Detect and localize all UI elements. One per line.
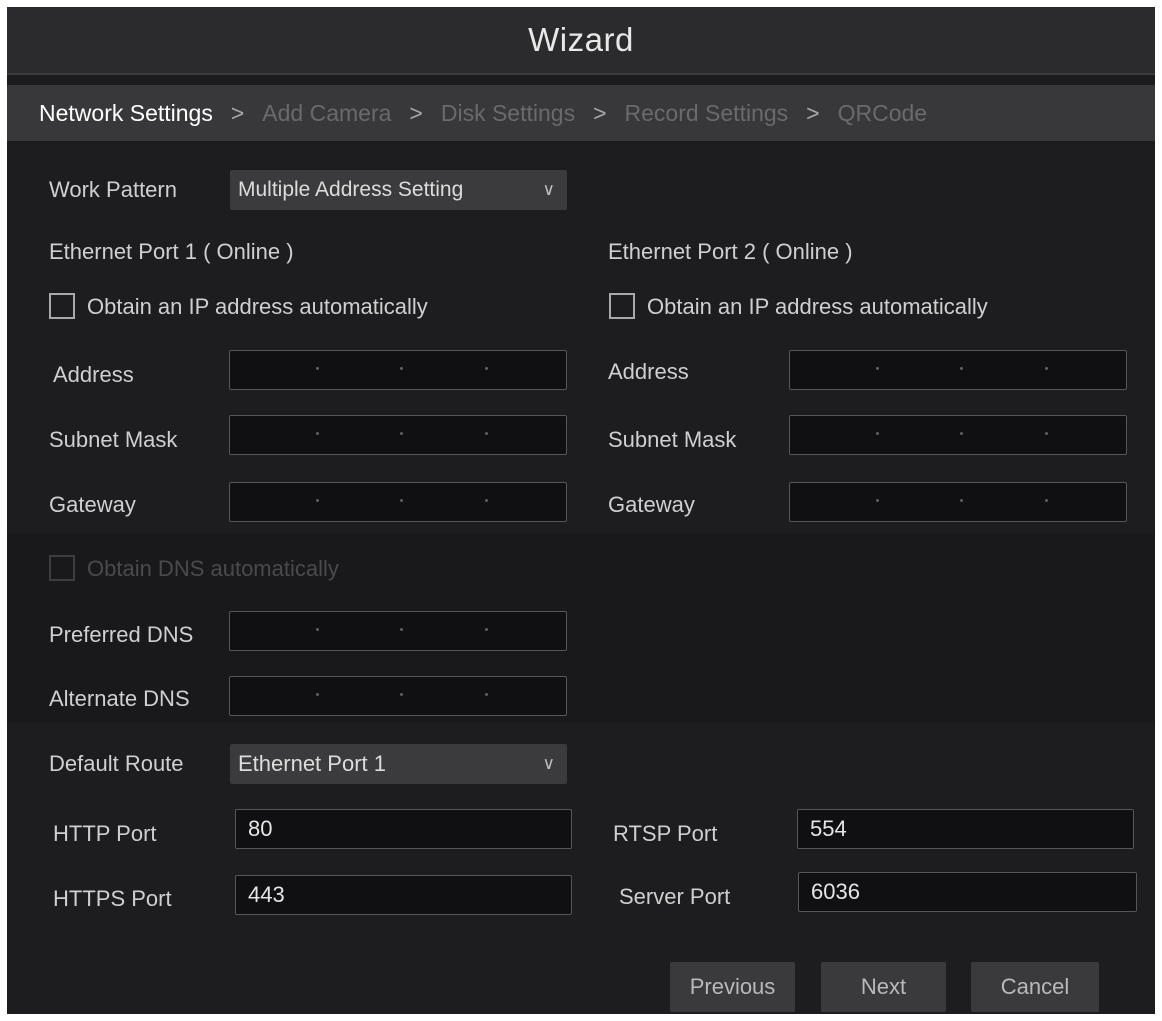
- http-port-label: HTTP Port: [53, 821, 157, 846]
- preferred-dns-label: Preferred DNS: [49, 622, 194, 647]
- step-disk-settings[interactable]: Disk Settings: [441, 100, 575, 127]
- chevron-down-icon: ∨: [542, 754, 555, 773]
- port1-address-field[interactable]: [229, 350, 567, 390]
- ethernet-port-2-heading: Ethernet Port 2 ( Online ): [608, 239, 853, 264]
- chevron-down-icon: ∨: [542, 180, 555, 199]
- rtsp-port-input[interactable]: 554: [797, 809, 1134, 849]
- step-qrcode[interactable]: QRCode: [838, 100, 927, 127]
- step-breadcrumb: Network Settings > Add Camera > Disk Set…: [7, 85, 1155, 141]
- step-separator: >: [230, 99, 245, 126]
- server-port-input[interactable]: 6036: [798, 872, 1137, 912]
- cancel-button[interactable]: Cancel: [971, 962, 1099, 1012]
- http-port-input[interactable]: 80: [235, 809, 572, 849]
- port1-address-label: Address: [53, 362, 134, 387]
- port2-subnet-field[interactable]: [789, 415, 1127, 455]
- port2-auto-ip-checkbox[interactable]: [609, 293, 635, 319]
- auto-dns-label: Obtain DNS automatically: [87, 556, 339, 581]
- title-bar: Wizard: [7, 7, 1155, 75]
- work-pattern-select[interactable]: Multiple Address Setting ∨: [230, 170, 567, 210]
- alternate-dns-label: Alternate DNS: [49, 686, 190, 711]
- network-settings-panel: Work Pattern Multiple Address Setting ∨ …: [7, 143, 1155, 1014]
- port1-auto-ip-label: Obtain an IP address automatically: [87, 294, 428, 319]
- ethernet-port-1-heading: Ethernet Port 1 ( Online ): [49, 239, 294, 264]
- port1-subnet-field[interactable]: [229, 415, 567, 455]
- step-separator: >: [806, 99, 820, 126]
- https-port-label: HTTPS Port: [53, 886, 172, 911]
- default-route-select[interactable]: Ethernet Port 1 ∨: [230, 744, 567, 784]
- window-title: Wizard: [528, 21, 634, 58]
- port1-subnet-label: Subnet Mask: [49, 427, 178, 452]
- rtsp-port-label: RTSP Port: [613, 821, 718, 846]
- server-port-label: Server Port: [619, 884, 731, 909]
- port1-gateway-field[interactable]: [229, 482, 567, 522]
- port2-auto-ip-label: Obtain an IP address automatically: [647, 294, 988, 319]
- https-port-input[interactable]: 443: [235, 875, 572, 915]
- default-route-value: Ethernet Port 1: [238, 751, 386, 776]
- step-record-settings[interactable]: Record Settings: [625, 100, 789, 127]
- previous-button[interactable]: Previous: [670, 962, 795, 1012]
- work-pattern-label: Work Pattern: [49, 177, 177, 202]
- alternate-dns-field[interactable]: [229, 676, 567, 716]
- port1-auto-ip-checkbox[interactable]: [49, 293, 75, 319]
- step-add-camera[interactable]: Add Camera: [262, 100, 391, 127]
- next-button[interactable]: Next: [821, 962, 946, 1012]
- port2-address-field[interactable]: [789, 350, 1127, 390]
- wizard-window: Wizard Network Settings > Add Camera > D…: [7, 7, 1155, 1014]
- default-route-label: Default Route: [49, 751, 184, 776]
- step-separator: >: [409, 99, 423, 126]
- port2-subnet-label: Subnet Mask: [608, 427, 737, 452]
- port2-address-label: Address: [608, 359, 689, 384]
- auto-dns-checkbox[interactable]: [49, 555, 75, 581]
- port2-gateway-field[interactable]: [789, 482, 1127, 522]
- port2-gateway-label: Gateway: [608, 492, 695, 517]
- step-network-settings[interactable]: Network Settings: [39, 100, 213, 127]
- preferred-dns-field[interactable]: [229, 611, 567, 651]
- step-separator: >: [593, 99, 607, 126]
- work-pattern-value: Multiple Address Setting: [238, 178, 464, 201]
- port1-gateway-label: Gateway: [49, 492, 136, 517]
